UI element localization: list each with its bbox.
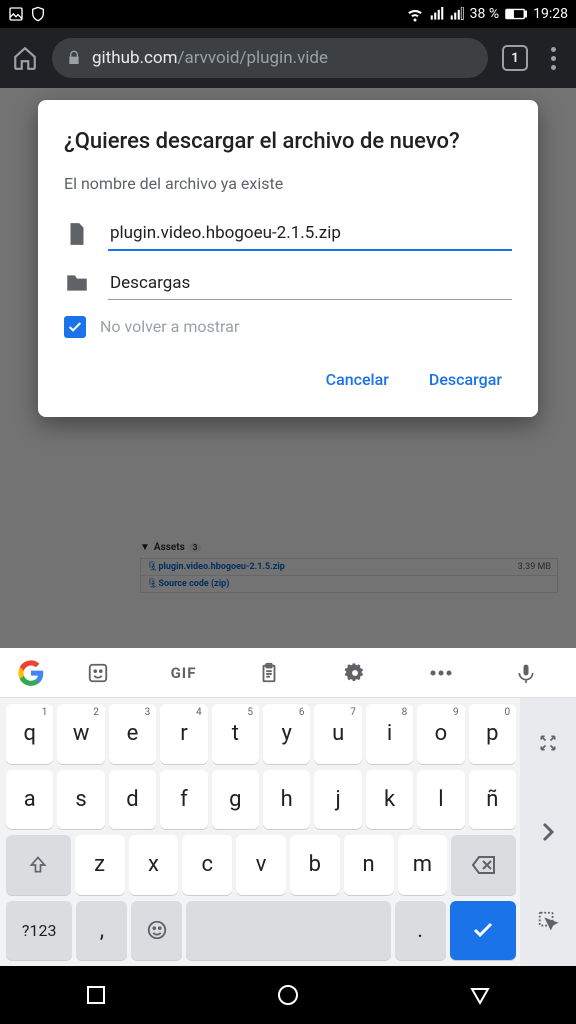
download-button[interactable]: Descargar: [423, 362, 508, 397]
dialog-subtitle: El nombre del archivo ya existe: [64, 174, 512, 193]
browser-toolbar: github.com/arvvoid/plugin.vide 1: [0, 28, 576, 88]
backspace-key[interactable]: [451, 835, 516, 895]
tab-switcher[interactable]: 1: [502, 45, 528, 71]
home-icon[interactable]: [12, 45, 38, 71]
key-x[interactable]: x: [129, 835, 179, 895]
recent-apps-button[interactable]: [84, 983, 108, 1007]
key-z[interactable]: z: [75, 835, 125, 895]
dont-show-checkbox[interactable]: [64, 316, 86, 338]
wifi-icon: [406, 5, 424, 23]
key-r[interactable]: r4: [160, 704, 207, 764]
url-host: github.com: [92, 48, 178, 68]
key-d[interactable]: d: [109, 770, 156, 830]
cancel-button[interactable]: Cancelar: [320, 362, 395, 397]
address-bar[interactable]: github.com/arvvoid/plugin.vide: [52, 38, 488, 78]
shift-key[interactable]: [6, 835, 71, 895]
keyboard-toolbar: GIF: [0, 648, 576, 698]
key-f[interactable]: f: [160, 770, 207, 830]
key-c[interactable]: c: [182, 835, 232, 895]
folder-input[interactable]: [108, 267, 512, 300]
file-icon: [64, 221, 90, 247]
key-n[interactable]: n: [344, 835, 394, 895]
clipboard-button[interactable]: [227, 648, 311, 697]
dont-show-label: No volver a mostrar: [100, 317, 239, 336]
google-button[interactable]: [8, 648, 54, 697]
key-p[interactable]: p0: [469, 704, 516, 764]
home-button[interactable]: [276, 983, 300, 1007]
battery-text: 38 %: [470, 6, 499, 22]
key-o[interactable]: o9: [417, 704, 464, 764]
overflow-menu[interactable]: [542, 47, 564, 70]
key-j[interactable]: j: [314, 770, 361, 830]
navigation-bar: [0, 966, 576, 1024]
key-m[interactable]: m: [398, 835, 448, 895]
image-icon: [8, 6, 24, 22]
key-e[interactable]: e3: [109, 704, 156, 764]
key-q[interactable]: q1: [6, 704, 53, 764]
folder-icon: [64, 270, 90, 296]
dialog-title: ¿Quieres descargar el archivo de nuevo?: [64, 128, 512, 156]
clock-text: 19:28: [533, 6, 568, 22]
battery-icon: [505, 8, 527, 20]
status-bar: 38 % 19:28: [0, 0, 576, 28]
key-b[interactable]: b: [290, 835, 340, 895]
comma-key[interactable]: ,: [76, 901, 127, 961]
back-button[interactable]: [468, 983, 492, 1007]
key-w[interactable]: w2: [57, 704, 104, 764]
signal-icon: [450, 7, 464, 21]
emoji-key[interactable]: [131, 901, 182, 961]
key-h[interactable]: h: [263, 770, 310, 830]
key-y[interactable]: y6: [263, 704, 310, 764]
enter-key[interactable]: [450, 901, 516, 961]
soft-keyboard: GIF q1w2e3r4t5y6u7i8o9p0 asdfghjklñ zxcv…: [0, 648, 576, 966]
symbols-key[interactable]: ?123: [6, 901, 72, 961]
gif-button[interactable]: GIF: [142, 648, 226, 697]
key-v[interactable]: v: [236, 835, 286, 895]
mic-button[interactable]: [484, 648, 568, 697]
cursor-right-key[interactable]: [520, 787, 576, 876]
key-i[interactable]: i8: [366, 704, 413, 764]
filename-input[interactable]: [108, 217, 512, 251]
download-dialog: ¿Quieres descargar el archivo de nuevo? …: [38, 100, 538, 417]
lock-icon: [66, 50, 82, 66]
key-a[interactable]: a: [6, 770, 53, 830]
settings-button[interactable]: [313, 648, 397, 697]
expand-key[interactable]: [520, 698, 576, 787]
page-content: ▼ Assets 3 🗜 plugin.video.hbogoeu-2.1.5.…: [0, 88, 576, 648]
key-g[interactable]: g: [212, 770, 259, 830]
space-key[interactable]: [186, 901, 390, 961]
url-path: /arvvoid/plugin.vide: [178, 48, 329, 68]
floating-key[interactable]: [520, 877, 576, 966]
key-ñ[interactable]: ñ: [469, 770, 516, 830]
more-button[interactable]: [399, 648, 483, 697]
key-l[interactable]: l: [417, 770, 464, 830]
signal-icon: [430, 7, 444, 21]
key-k[interactable]: k: [366, 770, 413, 830]
key-s[interactable]: s: [57, 770, 104, 830]
key-t[interactable]: t5: [212, 704, 259, 764]
key-u[interactable]: u7: [314, 704, 361, 764]
sticker-button[interactable]: [56, 648, 140, 697]
period-key[interactable]: .: [395, 901, 446, 961]
shield-icon: [30, 6, 46, 22]
